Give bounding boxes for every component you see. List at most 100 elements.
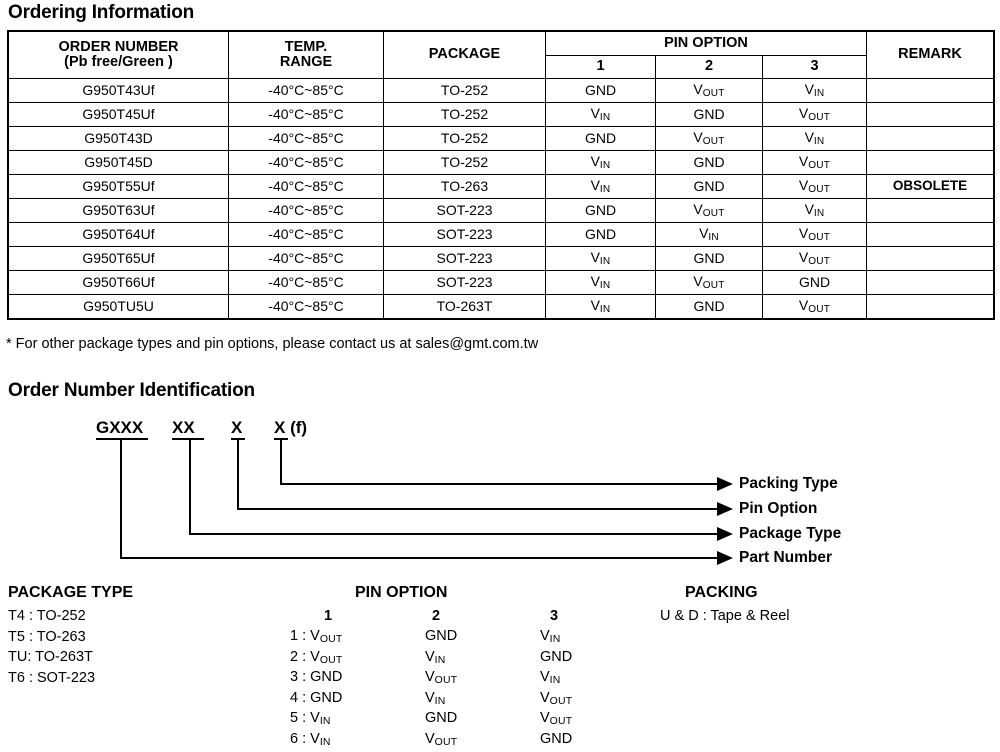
cell-remark: OBSOLETE — [866, 174, 994, 199]
cell-temp-range: -40°C~85°C — [228, 270, 384, 295]
cell-remark — [866, 126, 994, 151]
legend-item-pin-option-col1: 1 : VOUT — [290, 628, 343, 645]
legend-item-package-type: T4 : TO-252 — [8, 608, 86, 624]
cell-temp-range: -40°C~85°C — [228, 222, 384, 247]
cell-pin-2: GND — [655, 102, 763, 127]
cell-order-number: G950TU5U — [8, 294, 229, 319]
cell-remark — [866, 270, 994, 295]
cell-temp-range: -40°C~85°C — [228, 174, 384, 199]
callout-label-packing-type: Packing Type — [739, 475, 838, 492]
legend-item-pin-option-col2: VOUT — [425, 669, 458, 686]
cell-remark — [866, 78, 994, 103]
callout-label-pin-option: Pin Option — [739, 500, 818, 517]
cell-pin-1: GND — [545, 198, 656, 223]
cell-remark — [866, 222, 994, 247]
table-row: G950T66Uf -40°C~85°C SOT-223 VIN VOUT GND — [8, 270, 994, 295]
page-title-order-number-identification: Order Number Identification — [8, 380, 255, 401]
table-row: G950T64Uf -40°C~85°C SOT-223 GND VIN VOUT — [8, 222, 994, 247]
cell-package: SOT-223 — [383, 270, 546, 295]
legend-pin-option-col-header-2: 2 — [432, 608, 441, 624]
table-row: G950T43Uf -40°C~85°C TO-252 GND VOUT VIN — [8, 78, 994, 103]
cell-pin-1: GND — [545, 126, 656, 151]
legend-pin-option-col-header-3: 3 — [550, 608, 559, 624]
legend-heading-package-type: PACKAGE TYPE — [8, 584, 134, 601]
cell-remark — [866, 150, 994, 175]
legend-item-pin-option-col2: VIN — [425, 689, 446, 707]
cell-pin-3: VOUT — [762, 246, 867, 271]
order-number-label-line1: ORDER NUMBER — [58, 38, 179, 55]
ordering-footnote: * For other package types and pin option… — [6, 336, 539, 352]
legend-item-pin-option-col3: VOUT — [540, 689, 573, 707]
cell-pin-2: VOUT — [655, 126, 763, 151]
cell-temp-range: -40°C~85°C — [228, 246, 384, 271]
cell-order-number: G950T63Uf — [8, 198, 229, 223]
cell-order-number: G950T45Uf — [8, 102, 229, 127]
cell-package: SOT-223 — [383, 246, 546, 271]
column-header-pin-1: 1 — [545, 55, 656, 79]
legend-item-pin-option-col3: VOUT — [540, 710, 573, 727]
order-number-identification-diagram: GXXX XX X X (f) Packing Type Pin Option … — [0, 410, 1000, 575]
cell-pin-3: GND — [762, 270, 867, 295]
legend-item-pin-option-col1: 2 : VOUT — [290, 648, 343, 666]
cell-pin-2: GND — [655, 150, 763, 175]
leader-lines-svg — [120, 438, 733, 565]
cell-pin-1: VIN — [545, 150, 656, 175]
arrow-heads — [717, 477, 733, 565]
cell-pin-3: VIN — [762, 126, 867, 151]
column-header-pin-3: 3 — [762, 55, 867, 79]
table-row: G950T65Uf -40°C~85°C SOT-223 VIN GND VOUT — [8, 246, 994, 271]
legend-item-pin-option-col1: 4 : GND — [290, 689, 343, 706]
cell-pin-1: VIN — [545, 174, 656, 199]
callout-label-part-number: Part Number — [739, 549, 833, 566]
cell-temp-range: -40°C~85°C — [228, 126, 384, 151]
temp-label-line2: RANGE — [279, 54, 333, 70]
cell-pin-1: VIN — [545, 102, 656, 127]
cell-package: TO-252 — [383, 150, 546, 175]
column-header-package: PACKAGE — [383, 31, 546, 79]
column-header-order-number: ORDER NUMBER (Pb free/Green ) — [8, 31, 229, 79]
callout-label-package-type: Package Type — [739, 525, 842, 542]
legend-item-pin-option-col2: VOUT — [425, 730, 458, 748]
table-row: G950T45D -40°C~85°C TO-252 VIN GND VOUT — [8, 150, 994, 175]
cell-order-number: G950T45D — [8, 150, 229, 175]
cell-temp-range: -40°C~85°C — [228, 78, 384, 103]
legend-item-package-type: T6 : SOT-223 — [8, 669, 96, 686]
cell-pin-2: GND — [655, 174, 763, 199]
cell-remark — [866, 294, 994, 319]
cell-pin-2: VIN — [655, 222, 763, 247]
cell-package: TO-263T — [383, 294, 546, 319]
cell-package: TO-252 — [383, 126, 546, 151]
legend-item-pin-option-col2: GND — [425, 710, 458, 726]
cell-package: SOT-223 — [383, 198, 546, 223]
cell-pin-2: VOUT — [655, 270, 763, 295]
cell-pin-1: VIN — [545, 270, 656, 295]
cell-package: SOT-223 — [383, 222, 546, 247]
legend-item-pin-option-col3: VIN — [540, 628, 561, 645]
cell-remark — [866, 102, 994, 127]
cell-temp-range: -40°C~85°C — [228, 102, 384, 127]
cell-pin-1: VIN — [545, 246, 656, 271]
column-header-remark: REMARK — [866, 31, 994, 79]
legend-item-pin-option-col3: GND — [540, 648, 573, 665]
cell-pin-3: VOUT — [762, 174, 867, 199]
table-header-row-main: ORDER NUMBER (Pb free/Green ) TEMP. RANG… — [8, 31, 994, 79]
table-row: G950T43D -40°C~85°C TO-252 GND VOUT VIN — [8, 126, 994, 151]
table-row: G950T55Uf -40°C~85°C TO-263 VIN GND VOUT OBSOL… — [8, 174, 994, 199]
cell-temp-range: -40°C~85°C — [228, 198, 384, 223]
cell-order-number: G950T66Uf — [8, 270, 229, 295]
cell-order-number: G950T64Uf — [8, 222, 229, 247]
cell-pin-3: VOUT — [762, 294, 867, 319]
legend-item-pin-option-col1: 5 : VIN — [290, 710, 331, 727]
cell-pin-2: GND — [655, 246, 763, 271]
cell-pin-3: VIN — [762, 78, 867, 103]
legend-heading-pin-option: PIN OPTION — [355, 584, 448, 601]
cell-pin-2: VOUT — [655, 198, 763, 223]
cell-pin-2: GND — [655, 294, 763, 319]
cell-pin-1: GND — [545, 222, 656, 247]
cell-order-number: G950T43Uf — [8, 78, 229, 103]
cell-remark — [866, 246, 994, 271]
column-header-pin-2: 2 — [655, 55, 763, 79]
legend-item-pin-option-col1: 3 : GND — [290, 669, 343, 685]
cell-pin-3: VOUT — [762, 102, 867, 127]
legend-heading-packing: PACKING — [685, 584, 758, 601]
